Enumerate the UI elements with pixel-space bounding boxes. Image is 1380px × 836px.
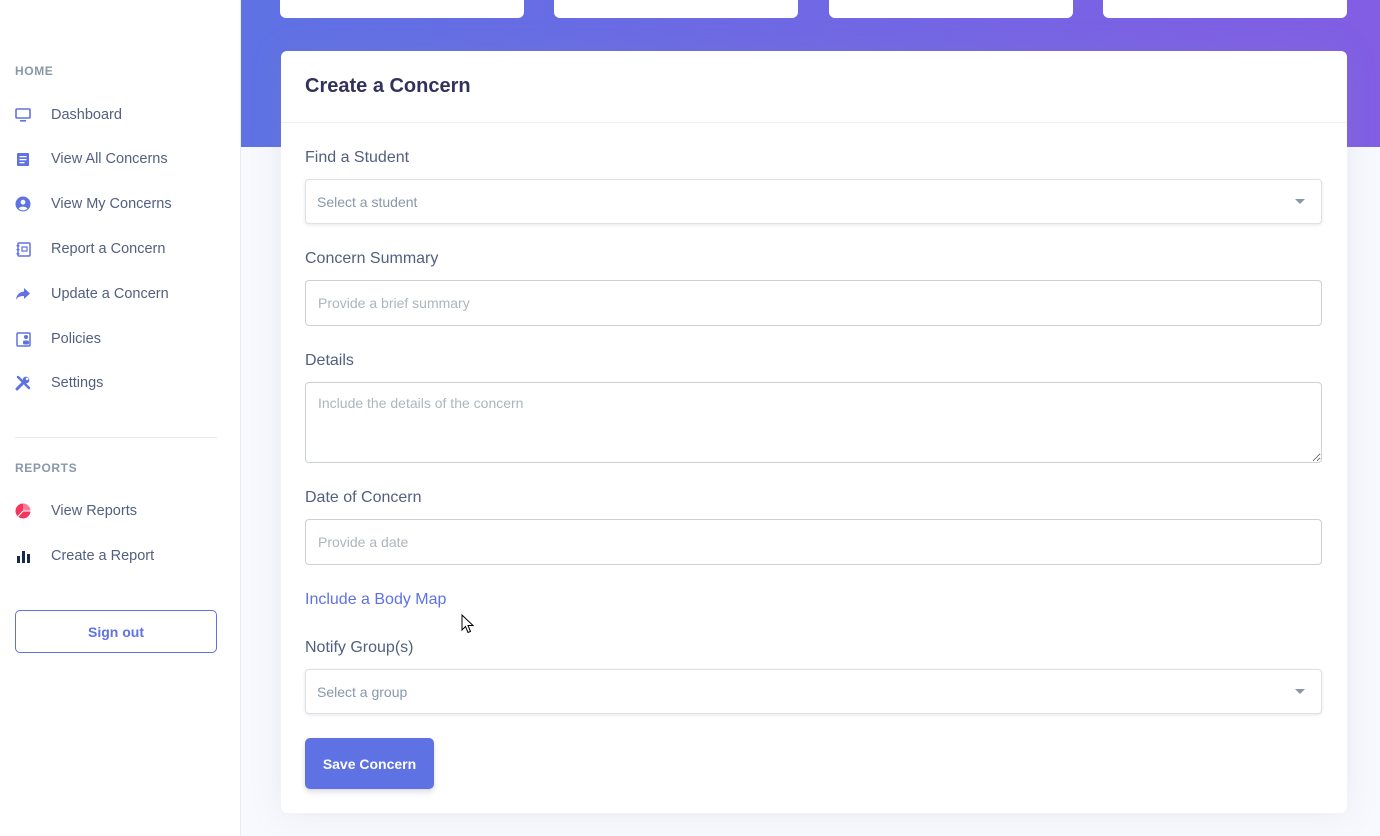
sidebar-item-policies[interactable]: Policies <box>15 324 225 354</box>
sidebar-divider <box>15 437 217 438</box>
bar-chart-icon <box>15 548 31 564</box>
sidebar-item-dashboard[interactable]: Dashboard <box>15 100 225 130</box>
stat-card <box>280 0 524 18</box>
page-title: Create a Concern <box>305 75 471 97</box>
body-map-link[interactable]: Include a Body Map <box>305 591 446 609</box>
tools-icon <box>15 375 31 391</box>
summary-label: Concern Summary <box>305 250 439 267</box>
sidebar-item-report-a-concern[interactable]: Report a Concern <box>15 234 225 264</box>
create-concern-card: Create a Concern Find a Student Select a… <box>281 51 1347 813</box>
mouse-cursor-icon <box>461 614 475 634</box>
sidebar-item-view-my-concerns[interactable]: View My Concerns <box>15 189 225 219</box>
sidebar-item-update-a-concern[interactable]: Update a Concern <box>15 279 225 309</box>
student-select[interactable]: Select a student <box>305 179 1322 224</box>
stat-card <box>1103 0 1347 18</box>
sign-out-button[interactable]: Sign out <box>15 610 217 653</box>
sidebar-item-view-all-concerns[interactable]: View All Concerns <box>15 144 225 174</box>
sidebar-item-label: View All Concerns <box>51 151 168 167</box>
sidebar-item-label: Policies <box>51 331 101 347</box>
share-arrow-icon <box>15 286 31 302</box>
sidebar-item-label: Dashboard <box>51 107 122 123</box>
date-label: Date of Concern <box>305 489 422 506</box>
document-list-icon <box>15 151 31 167</box>
stat-card <box>829 0 1073 18</box>
pie-chart-icon <box>15 503 31 519</box>
notebook-icon <box>15 241 31 257</box>
sidebar: HOME Dashboard View All Concerns View My… <box>0 0 241 836</box>
notify-select-placeholder: Select a group <box>317 683 408 700</box>
chevron-down-icon <box>1295 689 1305 694</box>
chevron-down-icon <box>1295 199 1305 204</box>
details-textarea[interactable] <box>305 382 1322 463</box>
sidebar-item-label: Settings <box>51 375 104 391</box>
card-header: Create a Concern <box>281 51 1347 123</box>
sidebar-item-view-reports[interactable]: View Reports <box>15 496 225 526</box>
stat-card <box>554 0 798 18</box>
notify-label: Notify Group(s) <box>305 639 414 656</box>
date-input[interactable] <box>305 519 1322 565</box>
sidebar-item-label: View My Concerns <box>51 196 172 212</box>
sidebar-item-create-a-report[interactable]: Create a Report <box>15 541 225 571</box>
student-select-placeholder: Select a student <box>317 193 418 210</box>
monitor-icon <box>15 107 31 123</box>
reports-heading: REPORTS <box>15 461 78 475</box>
details-label: Details <box>305 352 354 369</box>
student-label: Find a Student <box>305 149 410 166</box>
sidebar-item-label: Report a Concern <box>51 241 166 257</box>
sidebar-item-settings[interactable]: Settings <box>15 368 225 398</box>
summary-input[interactable] <box>305 280 1322 326</box>
user-circle-icon <box>15 196 31 212</box>
sidebar-item-label: Update a Concern <box>51 286 169 302</box>
sidebar-item-label: Create a Report <box>51 548 155 564</box>
sidebar-item-label: View Reports <box>51 503 137 519</box>
policy-book-icon <box>15 331 31 347</box>
home-heading: HOME <box>15 64 54 78</box>
save-concern-button[interactable]: Save Concern <box>305 738 434 789</box>
notify-group-select[interactable]: Select a group <box>305 669 1322 714</box>
